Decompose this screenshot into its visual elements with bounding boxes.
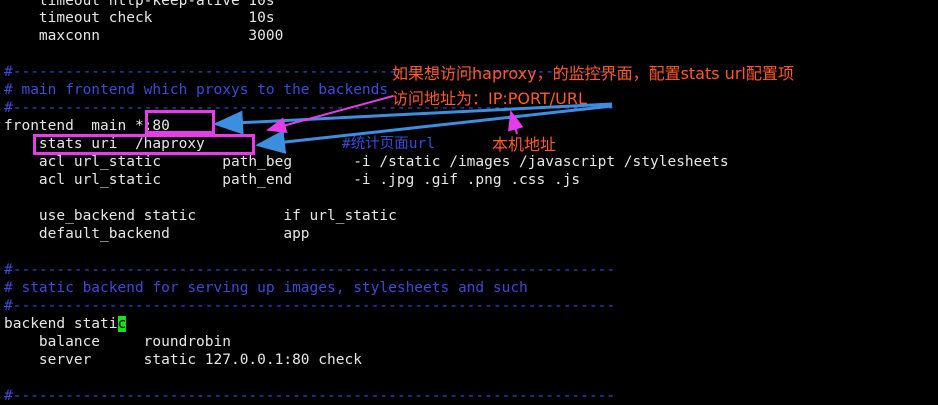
comment-line: #---------------------------------------… <box>4 388 616 404</box>
config-line: acl url_static path_beg -i /static /imag… <box>4 154 729 170</box>
config-line: balance roundrobin <box>4 334 231 350</box>
backend-line: backend static <box>4 315 127 333</box>
comment-line: #---------------------------------------… <box>4 262 616 278</box>
config-line: acl url_static path_end -i .jpg .gif .pn… <box>4 172 581 188</box>
annotation-monitor-note: 如果想访问haproxy，的监控界面，配置stats url配置项 <box>392 64 794 83</box>
text-cursor[interactable]: c <box>117 316 127 332</box>
stats-uri-highlight <box>33 134 255 155</box>
config-line: server static 127.0.0.1:80 check <box>4 352 362 368</box>
annotation-local-address: 本机地址 <box>492 135 557 154</box>
backend-text: backend stati <box>4 316 118 332</box>
comment-line: #---------------------------------------… <box>4 298 616 314</box>
annotation-url-note: 访问地址为：IP:PORT/URL <box>392 89 587 108</box>
comment-line: # main frontend which proxys to the back… <box>4 82 389 98</box>
bind-address-highlight <box>145 110 215 134</box>
config-line: maxconn 3000 <box>4 28 284 44</box>
config-line: timeout check 10s <box>4 10 275 26</box>
comment-line: # static backend for serving up images, … <box>4 280 528 296</box>
config-line: default_backend app <box>4 226 310 242</box>
inline-comment: #统计页面url <box>342 136 435 152</box>
terminal-window[interactable]: timeout http-keep-alive 10s timeout chec… <box>0 0 938 404</box>
config-line: use_backend static if url_static <box>4 208 397 224</box>
